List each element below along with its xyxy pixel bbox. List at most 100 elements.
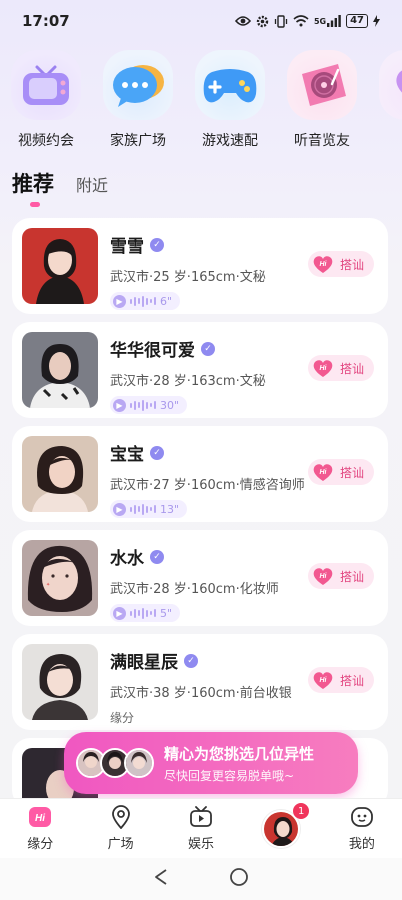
tv-icon — [11, 50, 81, 120]
user-card[interactable]: 华华很可爱 ✓ 武汉市·28 岁·163cm·文秘 ▶ 30" Hi 搭讪 — [12, 322, 388, 418]
nav-label: 广场 — [107, 837, 134, 852]
greet-label: 搭讪 — [339, 673, 364, 688]
user-card[interactable]: 雪雪 ✓ 武汉市·25 岁·165cm·文秘 ▶ 6" Hi 搭讪 — [12, 218, 388, 314]
category-fate[interactable]: 缘 — [368, 50, 402, 150]
user-card[interactable]: ✦ 水水 ✓ 武汉市·28 岁·160cm·化妆师 ▶ 5" Hi 搭讪 — [12, 530, 388, 626]
greet-button[interactable]: Hi 搭讪 — [307, 667, 374, 693]
play-icon: ▶ — [113, 398, 126, 412]
category-label: 听音览友 — [294, 133, 350, 149]
greet-button[interactable]: Hi 搭讪 — [307, 251, 374, 277]
hi-heart-icon: Hi — [310, 565, 336, 587]
voice-duration: 13" — [160, 502, 180, 516]
svg-text:Hi: Hi — [319, 573, 327, 580]
play-icon: ▶ — [113, 294, 126, 308]
nav-label: 我的 — [348, 837, 375, 852]
svg-text:✦: ✦ — [46, 582, 50, 588]
svg-text:Hi: Hi — [319, 365, 327, 372]
face-icon — [350, 805, 374, 829]
greet-label: 搭讪 — [339, 361, 364, 376]
hi-heart-icon: Hi — [310, 357, 336, 379]
user-list: 雪雪 ✓ 武汉市·25 岁·165cm·文秘 ▶ 6" Hi 搭讪 华华很可爱 … — [12, 218, 388, 816]
hi-icon: Hi — [28, 805, 52, 829]
heart-icon — [379, 50, 402, 120]
user-name: 水水 — [110, 549, 144, 569]
wifi-icon — [293, 15, 309, 27]
match-promo-banner[interactable]: 精心为您挑选几位异性 尽快回复更容易脱单哦~ — [64, 732, 358, 794]
voice-intro[interactable]: ▶ 5" — [110, 604, 181, 622]
avatar — [22, 644, 98, 720]
svg-text:Hi: Hi — [319, 677, 327, 684]
hi-heart-icon: Hi — [310, 669, 336, 691]
verified-icon: ✓ — [150, 549, 164, 564]
category-game-match[interactable]: 游戏速配 — [184, 50, 276, 150]
home-icon[interactable] — [229, 867, 249, 891]
hi-heart-icon: Hi — [310, 253, 336, 275]
location-pin-icon — [109, 805, 133, 829]
nav-label: 娱乐 — [188, 837, 215, 852]
category-label: 游戏速配 — [202, 133, 258, 149]
promo-subtitle: 尽快回复更容易脱单哦~ — [164, 768, 295, 783]
nav-entertainment[interactable]: 娱乐 — [161, 799, 241, 858]
promo-text: 精心为您挑选几位异性 尽快回复更容易脱单哦~ — [164, 743, 314, 784]
nav-square[interactable]: 广场 — [80, 799, 160, 858]
greet-label: 搭讪 — [339, 257, 364, 272]
nav-mine[interactable]: 我的 — [322, 799, 402, 858]
chat-bubble-icon — [103, 50, 173, 120]
gamepad-icon — [195, 50, 265, 120]
svg-text:Hi: Hi — [319, 469, 327, 476]
promo-avatars — [76, 748, 154, 778]
category-bar: 视频约会 家族广场 游戏速配 听音览友 — [0, 50, 402, 150]
voice-duration: 5" — [160, 606, 173, 620]
battery-icon: 47 — [346, 14, 368, 28]
avatar — [124, 748, 154, 778]
user-name: 华华很可爱 — [110, 341, 195, 361]
voice-duration: 30" — [160, 398, 180, 412]
network-label: 5G — [313, 16, 327, 26]
eye-icon — [234, 15, 251, 27]
category-label: 家族广场 — [110, 133, 166, 149]
category-label: 视频约会 — [18, 133, 74, 149]
category-listen-friends[interactable]: 听音览友 — [276, 50, 368, 150]
status-time: 17:07 — [22, 12, 70, 30]
video-play-icon — [189, 805, 213, 829]
verified-icon: ✓ — [184, 653, 198, 668]
vibrate-icon — [274, 14, 288, 28]
user-card[interactable]: 满眼星辰 ✓ 武汉市·38 岁·160cm·前台收银 缘分 Hi 搭讪 — [12, 634, 388, 730]
avatar — [22, 332, 98, 408]
nav-fate[interactable]: Hi 缘分 — [0, 799, 80, 858]
play-icon: ▶ — [113, 502, 126, 516]
category-family-square[interactable]: 家族广场 — [92, 50, 184, 150]
greet-button[interactable]: Hi 搭讪 — [307, 563, 374, 589]
voice-intro[interactable]: ▶ 6" — [110, 292, 181, 310]
waveform-icon — [130, 503, 156, 515]
user-card[interactable]: 宝宝 ✓ 武汉市·27 岁·160cm·情感咨询师 ▶ 13" Hi 搭讪 — [12, 426, 388, 522]
system-nav-bar — [0, 858, 402, 900]
category-video-date[interactable]: 视频约会 — [0, 50, 92, 150]
avatar: ✦ — [22, 540, 98, 616]
hi-heart-icon: Hi — [310, 461, 336, 483]
avatar — [22, 436, 98, 512]
verified-icon: ✓ — [201, 341, 215, 356]
tab-bar: 推荐 附近 — [12, 168, 108, 207]
waveform-icon — [130, 399, 156, 411]
status-icons: 5G 47 — [234, 14, 380, 28]
nav-label: 缘分 — [27, 837, 54, 852]
greet-button[interactable]: Hi 搭讪 — [307, 459, 374, 485]
greet-button[interactable]: Hi 搭讪 — [307, 355, 374, 381]
avatar — [22, 228, 98, 304]
back-icon[interactable] — [153, 868, 169, 890]
waveform-icon — [130, 295, 156, 307]
play-icon: ▶ — [113, 606, 126, 620]
svg-text:Hi: Hi — [35, 813, 45, 824]
gear-icon — [256, 15, 269, 28]
voice-duration: 6" — [160, 294, 173, 308]
promo-title: 精心为您挑选几位异性 — [164, 744, 315, 763]
voice-intro[interactable]: ▶ 13" — [110, 500, 188, 518]
user-name: 雪雪 — [110, 237, 144, 257]
nav-messages[interactable]: 1 — [241, 799, 321, 858]
tab-recommend[interactable]: 推荐 — [12, 168, 54, 207]
voice-intro[interactable]: ▶ 30" — [110, 396, 188, 414]
verified-icon: ✓ — [150, 237, 164, 252]
tab-nearby[interactable]: 附近 — [76, 172, 108, 198]
user-name: 满眼星辰 — [110, 653, 178, 673]
